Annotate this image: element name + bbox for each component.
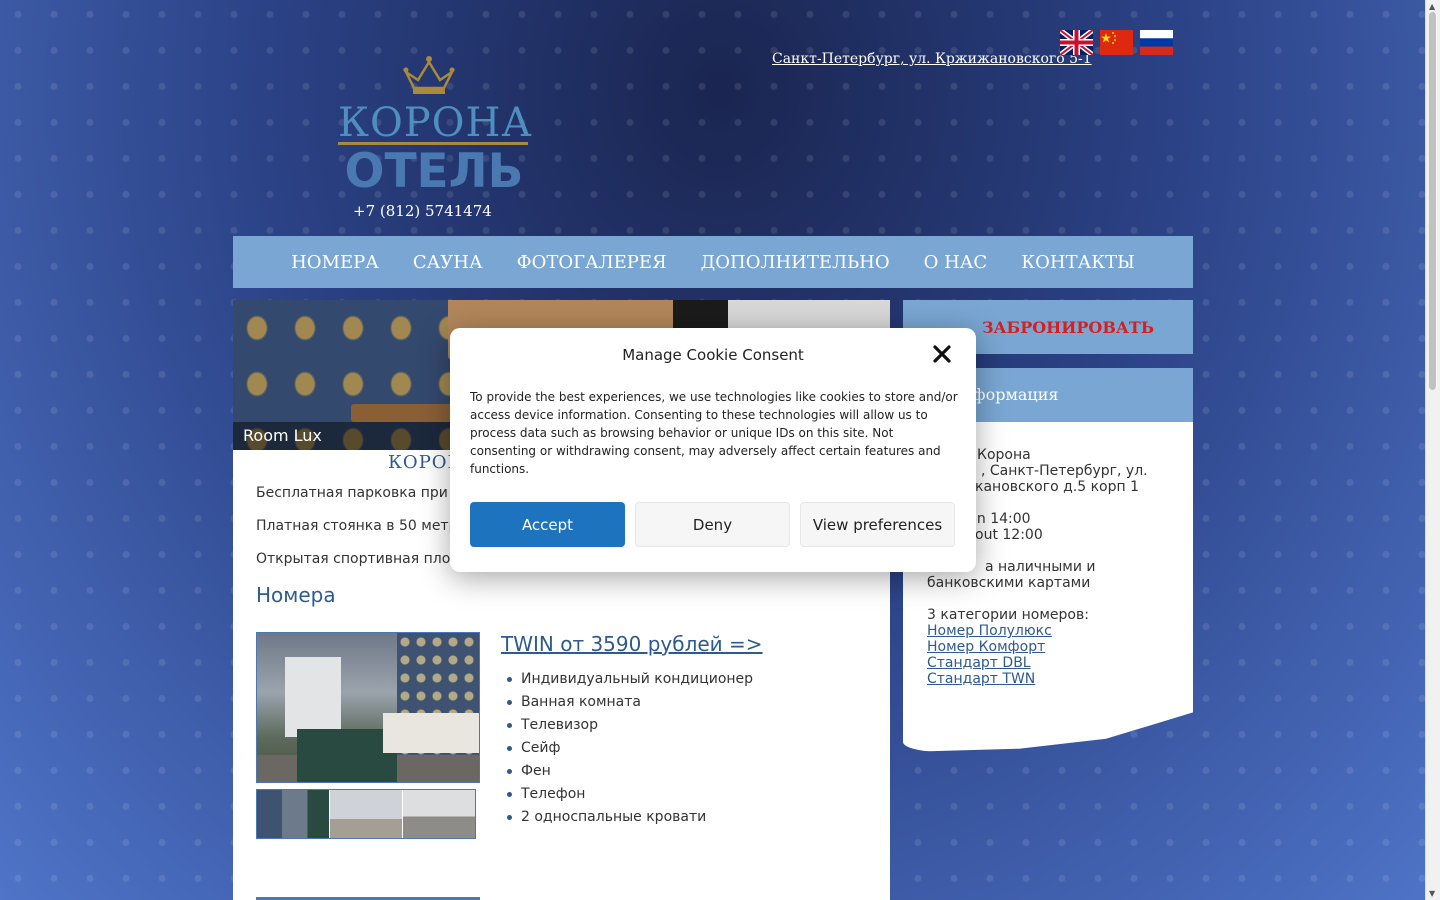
sidebar-address-line: кановского д.5 корп 1 (975, 479, 1140, 495)
info-sports-ground: Открытая спортивная пло (256, 551, 451, 567)
sidebar-link-standard-twn[interactable]: Стандарт TWN (927, 671, 1035, 687)
sidebar-hotel-name: Корона (977, 447, 1031, 463)
list-item: Ванная комната (501, 691, 753, 714)
room-photo-window (285, 657, 341, 737)
nav-item-contacts[interactable]: КОНТАКТЫ (1021, 252, 1135, 273)
view-preferences-button[interactable]: View preferences (800, 502, 955, 547)
sidebar-checkout: out 12:00 (975, 527, 1043, 543)
sidebar-link-junior-suite[interactable]: Номер Полулюкс (927, 623, 1052, 639)
cookie-dialog-text: To provide the best experiences, we use … (470, 390, 958, 476)
sidebar-link-standard-dbl[interactable]: Стандарт DBL (927, 655, 1031, 671)
sidebar-payment: а наличными и (985, 559, 1096, 575)
main-navigation: НОМЕРА САУНА ФОТОГАЛЕРЕЯ ДОПОЛНИТЕЛЬНО О… (233, 236, 1193, 288)
logo-text-hotel: ОТЕЛЬ (344, 144, 524, 199)
list-item: Телефон (501, 783, 753, 806)
info-parking-paid: Платная стоянка в 50 метр (256, 518, 458, 534)
scroll-down-icon[interactable]: ▼ (1429, 889, 1435, 898)
cookie-dialog-title: Manage Cookie Consent (622, 346, 804, 364)
nav-item-gallery[interactable]: ФОТОГАЛЕРЕЯ (517, 252, 667, 273)
info-parking-free: Бесплатная парковка при (256, 485, 448, 501)
chinese-flag-icon[interactable] (1100, 30, 1133, 55)
close-icon[interactable] (930, 342, 954, 366)
room-photo-bed (297, 729, 397, 782)
page-scrollbar[interactable]: ▲ ▼ (1425, 0, 1440, 900)
address-link[interactable]: Санкт-Петербург, ул. Кржижановского 5-1 (772, 51, 1092, 67)
room-thumbnail[interactable] (257, 790, 330, 838)
deny-button[interactable]: Deny (635, 502, 790, 547)
room-thumbnail[interactable] (403, 790, 475, 838)
crown-icon (402, 56, 456, 94)
english-flag-icon[interactable] (1060, 30, 1093, 55)
room-photo-bed-pillows (383, 713, 479, 753)
room-photo[interactable] (256, 632, 480, 783)
nav-item-sauna[interactable]: САУНА (413, 252, 483, 273)
accept-button[interactable]: Accept (470, 502, 625, 547)
list-item: Телевизор (501, 714, 753, 737)
sidebar-address-line: , Санкт-Петербург, ул. (981, 463, 1148, 479)
nav-item-about[interactable]: О НАС (924, 252, 988, 273)
list-item: Фен (501, 760, 753, 783)
scrollbar-thumb[interactable] (1429, 12, 1437, 390)
logo-text-korona: КОРОНА (338, 100, 533, 146)
room-thumbnails (256, 789, 476, 839)
list-item: 2 односпальные кровати (501, 806, 753, 829)
list-item: Индивидуальный кондиционер (501, 668, 753, 691)
rooms-heading: Номера (256, 583, 336, 607)
slide-nightstand (351, 404, 461, 422)
room-twin-link[interactable]: TWIN от 3590 рублей => (501, 632, 763, 656)
phone-number[interactable]: +7 (812) 5741474 (353, 202, 492, 220)
language-switcher (1060, 30, 1173, 55)
sidebar-link-comfort[interactable]: Номер Комфорт (927, 639, 1045, 655)
sidebar-room-categories: 3 категории номеров: (927, 607, 1089, 623)
sidebar-checkin: in 14:00 (973, 511, 1031, 527)
cookie-consent-dialog: Manage Cookie Consent To provide the bes… (450, 328, 976, 572)
scroll-up-icon[interactable]: ▲ (1429, 2, 1435, 11)
room-features: Индивидуальный кондиционер Ванная комнат… (501, 668, 753, 829)
sidebar-payment: банковскими картами (927, 575, 1091, 591)
nav-item-extra[interactable]: ДОПОЛНИТЕЛЬНО (701, 252, 890, 273)
nav-item-rooms[interactable]: НОМЕРА (291, 252, 379, 273)
room-thumbnail[interactable] (330, 790, 403, 838)
russian-flag-icon[interactable] (1140, 30, 1173, 55)
list-item: Сейф (501, 737, 753, 760)
